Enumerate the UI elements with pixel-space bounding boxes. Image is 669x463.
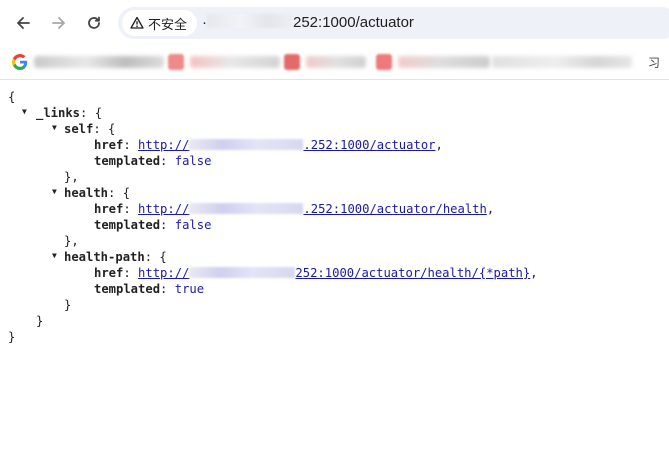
- back-button[interactable]: [8, 8, 38, 38]
- json-health-path-line: health-path: {: [64, 249, 167, 265]
- json-punct: :: [160, 154, 175, 168]
- security-indicator[interactable]: 不安全: [122, 10, 198, 36]
- json-value-bool: false: [174, 218, 212, 232]
- collapse-toggle-icon[interactable]: ▼: [52, 251, 57, 260]
- json-key-health: health: [64, 186, 109, 200]
- json-key-health-path: health-path: [64, 250, 145, 264]
- bookmark-label-redacted: [306, 56, 366, 68]
- json-links-line: _links: {: [36, 105, 102, 121]
- json-value-bool: false: [174, 154, 212, 168]
- json-key-templated: templated: [94, 154, 161, 168]
- bookmark-item[interactable]: [168, 52, 280, 72]
- bookmarks-overflow[interactable]: 习: [648, 54, 660, 71]
- address-path: 252:1000/actuator: [293, 14, 414, 31]
- health-href-link[interactable]: http://.252:1000/actuator/health: [138, 202, 487, 216]
- json-punct: :: [160, 218, 175, 232]
- bookmark-label-redacted: [190, 56, 280, 68]
- json-key-self: self: [64, 122, 94, 136]
- arrow-right-icon: [52, 17, 65, 29]
- collapse-toggle-icon[interactable]: ▼: [52, 187, 57, 196]
- security-label: 不安全: [148, 16, 188, 32]
- json-key-links: _links: [36, 106, 81, 120]
- host-redacted: [189, 267, 296, 278]
- json-punct: ,: [486, 202, 495, 216]
- host-redacted: [189, 203, 304, 214]
- json-punct: : {: [144, 250, 167, 264]
- json-key-href: href: [94, 266, 124, 280]
- bookmark-item[interactable]: [284, 52, 366, 72]
- json-key-templated: templated: [94, 218, 161, 232]
- bookmarks-bar: 习: [0, 46, 669, 80]
- json-punct: ,: [435, 138, 443, 152]
- bookmark-favicon: [284, 54, 300, 70]
- host-redacted: [189, 139, 304, 150]
- health-path-href-link[interactable]: http://252:1000/actuator/health/{*path}: [138, 266, 530, 280]
- arrow-left-icon: [17, 17, 30, 29]
- json-open-brace: {: [8, 90, 16, 104]
- bookmark-label-redacted: [34, 56, 164, 68]
- json-health-path-href-line: href: http://252:1000/actuator/health/{*…: [94, 265, 538, 281]
- address-host-redacted: [207, 14, 293, 28]
- bookmark-label-redacted: [492, 56, 632, 68]
- json-punct: :: [160, 282, 175, 296]
- json-close-brace: }: [8, 330, 16, 344]
- json-health-line: health: {: [64, 185, 130, 201]
- json-key-href: href: [94, 202, 124, 216]
- google-logo-icon: [12, 54, 28, 70]
- json-punct: ,: [530, 266, 538, 280]
- json-punct: :: [123, 202, 139, 216]
- bookmark-label-redacted: [398, 56, 490, 68]
- json-health-href-line: href: http://.252:1000/actuator/health,: [94, 201, 494, 217]
- json-viewer: { ▼ _links: { ▼ self: { href: http://.25…: [0, 80, 669, 463]
- self-href-link[interactable]: http://.252:1000/actuator: [138, 138, 435, 152]
- json-close: }: [36, 314, 44, 328]
- json-health-templated-line: templated: false: [94, 217, 211, 233]
- json-punct: : {: [80, 106, 103, 120]
- json-punct: :: [123, 138, 139, 152]
- bookmark-item[interactable]: [376, 52, 490, 72]
- json-health-path-templated-line: templated: true: [94, 281, 204, 297]
- forward-button[interactable]: [44, 8, 74, 38]
- json-punct: : {: [93, 122, 116, 136]
- address-text[interactable]: · 252:1000/actuator: [202, 14, 414, 31]
- json-self-line: self: {: [64, 121, 115, 137]
- json-close: },: [64, 170, 79, 184]
- json-close: },: [64, 234, 79, 248]
- bookmark-google[interactable]: [12, 52, 164, 72]
- json-value-bool: true: [174, 282, 205, 296]
- bookmark-favicon: [168, 54, 184, 70]
- json-self-href-line: href: http://.252:1000/actuator,: [94, 137, 443, 153]
- collapse-toggle-icon[interactable]: ▼: [52, 123, 57, 132]
- json-self-templated-line: templated: false: [94, 153, 211, 169]
- json-key-href: href: [94, 138, 124, 152]
- json-punct: :: [123, 266, 139, 280]
- json-key-templated: templated: [94, 282, 161, 296]
- reload-button[interactable]: [79, 8, 109, 38]
- json-close: }: [64, 298, 72, 312]
- json-punct: : {: [108, 186, 131, 200]
- bookmark-item[interactable]: [492, 52, 632, 72]
- reload-icon: [88, 16, 100, 29]
- collapse-toggle-icon[interactable]: ▼: [22, 107, 27, 116]
- browser-toolbar: 不安全 · 252:1000/actuator: [0, 0, 669, 46]
- warning-icon: [130, 16, 144, 29]
- bookmark-favicon: [376, 54, 392, 70]
- address-bar[interactable]: 不安全 · 252:1000/actuator: [118, 7, 669, 39]
